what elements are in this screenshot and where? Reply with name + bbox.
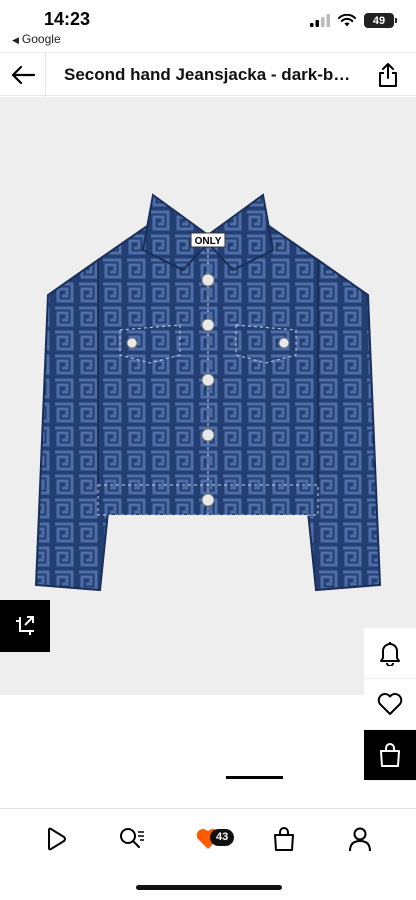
product-image[interactable]: ONLY <box>0 97 416 695</box>
status-bar: 14:23 ◀ Google 49 <box>0 0 416 52</box>
nav-home[interactable] <box>34 817 78 861</box>
arrow-left-icon <box>11 65 35 85</box>
wifi-icon <box>338 14 356 27</box>
wishlist-count-badge: 43 <box>210 829 235 846</box>
bell-icon <box>380 642 400 666</box>
account-icon <box>349 827 371 852</box>
nav-account[interactable] <box>338 817 382 861</box>
page-title: Second hand Jeansjacka - dark-blue denim <box>64 65 354 84</box>
status-time: 14:23 <box>44 9 91 29</box>
add-to-bag-button[interactable] <box>364 730 416 781</box>
heart-icon <box>377 693 403 715</box>
home-icon <box>48 827 66 851</box>
nav-search[interactable] <box>110 817 154 861</box>
bag-icon <box>274 827 294 851</box>
page-header: Second hand Jeansjacka - dark-blue denim <box>0 52 416 97</box>
back-triangle-icon: ◀ <box>12 35 19 45</box>
back-app-label: Google <box>21 32 61 46</box>
home-indicator <box>136 885 282 890</box>
denim-jacket-image: ONLY <box>34 193 382 592</box>
svg-text:ONLY: ONLY <box>195 236 222 247</box>
search-icon <box>120 828 144 848</box>
nav-wishlist[interactable]: 43 <box>186 817 235 861</box>
expand-image-icon <box>16 616 34 635</box>
expand-image-button[interactable] <box>0 600 50 652</box>
shopping-bag-icon <box>380 743 400 767</box>
bottom-navigation: 43 <box>0 814 416 864</box>
notify-button[interactable] <box>364 628 416 679</box>
back-button[interactable] <box>0 53 46 97</box>
content-divider <box>0 808 416 809</box>
signal-icon <box>310 14 330 27</box>
share-button[interactable] <box>374 61 402 89</box>
share-icon <box>379 63 397 87</box>
battery-indicator: 49 <box>364 13 397 28</box>
nav-bag[interactable] <box>262 817 306 861</box>
image-pager-indicator <box>226 776 283 779</box>
status-icons: 49 <box>310 13 397 28</box>
product-action-column <box>364 628 416 781</box>
back-to-app-link[interactable]: ◀ Google <box>12 32 61 46</box>
wishlist-button[interactable] <box>364 679 416 730</box>
